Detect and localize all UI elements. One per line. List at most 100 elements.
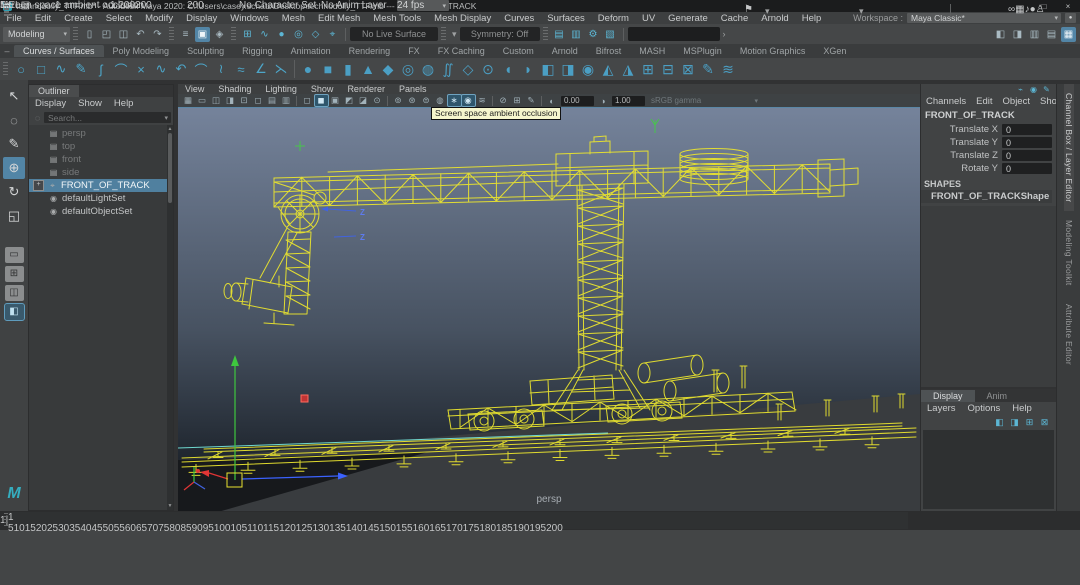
menu-uv[interactable]: UV — [635, 13, 661, 24]
menu-edit[interactable]: Edit — [28, 13, 57, 24]
render-current-frame-icon[interactable]: ▤ — [552, 27, 567, 42]
shelf-tab-rendering[interactable]: Rendering — [340, 45, 400, 57]
shelf-tab-poly-modeling[interactable]: Poly Modeling — [104, 45, 179, 57]
sidebar-tab-channel-box-layer-editor[interactable]: Channel Box / Layer Editor — [1064, 84, 1074, 211]
nurbs-square-icon[interactable]: □ — [32, 60, 51, 79]
symmetry-dropdown-arrow[interactable]: ▾ — [452, 29, 457, 40]
sidebar-tab-attribute-editor[interactable]: Attribute Editor — [1064, 295, 1074, 374]
xray-icon[interactable]: ⊛ — [406, 95, 419, 106]
channel-menu-object[interactable]: Object — [998, 96, 1035, 107]
menu-set-dropdown[interactable]: Modeling — [3, 27, 70, 42]
channel-edit-icon[interactable]: ✎ — [1041, 85, 1052, 95]
shelf-tab-motion-graphics[interactable]: Motion Graphics — [731, 45, 815, 57]
snap-view-plane-icon[interactable]: ◇ — [308, 27, 323, 42]
ipr-render-icon[interactable]: ▥ — [569, 27, 584, 42]
shelf-collapse-icon[interactable]: – — [0, 46, 14, 56]
nurbs-plane-icon[interactable]: ◆ — [379, 60, 398, 79]
snap-projected-center-icon[interactable]: ◎ — [291, 27, 306, 42]
scale-tool-icon[interactable]: ◱ — [3, 205, 25, 227]
shelf-tab-bifrost[interactable]: Bifrost — [587, 45, 631, 57]
surface-fillet-icon[interactable]: ⊟ — [659, 60, 678, 79]
sculpt-tool-icon[interactable]: ✎ — [699, 60, 718, 79]
symmetry-field[interactable]: Symmetry: Off — [460, 27, 540, 41]
gate-mask-icon[interactable]: ▥ — [280, 95, 293, 106]
film-gate-icon[interactable]: ◻ — [252, 95, 265, 106]
channel-label[interactable]: Translate Y — [921, 137, 1002, 148]
display-render-settings-icon[interactable]: ▧ — [603, 27, 618, 42]
outliner-filter-icon[interactable]: ◌ — [31, 113, 44, 123]
gamma-field[interactable]: 1.00 — [612, 96, 645, 106]
grip[interactable] — [441, 27, 446, 41]
snap-grid-icon[interactable]: ⊞ — [240, 27, 255, 42]
xray-joints-icon[interactable]: ⊜ — [420, 95, 433, 106]
nurbs-cone-icon[interactable]: ▲ — [359, 60, 378, 79]
single-pane-layout-button[interactable]: ▭ — [5, 247, 24, 263]
shape-node-name[interactable]: FRONT_OF_TRACKShape — [921, 190, 1052, 203]
fog-icon[interactable]: ⊞ — [511, 95, 524, 106]
nurbs-sphere-icon[interactable]: ● — [299, 60, 318, 79]
shelf-tab-msplugin[interactable]: MSPlugin — [674, 45, 731, 57]
grip[interactable] — [4, 2, 9, 16]
grip[interactable] — [3, 62, 8, 76]
current-time-marker[interactable]: 1 — [8, 512, 908, 523]
grip[interactable] — [543, 27, 548, 41]
bookmarks-icon[interactable]: ◨ — [224, 95, 237, 106]
curve-edit-icon[interactable]: × — [132, 60, 151, 79]
four-pane-layout-button[interactable]: ⊞ — [5, 266, 24, 282]
birail-icon[interactable]: ◖ — [499, 60, 518, 79]
panel-menu-view[interactable]: View — [178, 84, 211, 94]
attribute-editor-toggle-icon[interactable]: ◧ — [993, 27, 1008, 42]
isolate-select-icon[interactable]: ⊚ — [392, 95, 405, 106]
menu-curves[interactable]: Curves — [498, 13, 541, 24]
loft-icon[interactable]: ∬ — [439, 60, 458, 79]
lasso-tool-icon[interactable]: ◌ — [3, 109, 25, 131]
menu-mesh-display[interactable]: Mesh Display — [428, 13, 498, 24]
lock-workspace-icon[interactable]: ● — [1065, 13, 1076, 23]
expand-icon[interactable]: + — [33, 180, 44, 191]
shelf-tab-sculpting[interactable]: Sculpting — [178, 45, 233, 57]
tool-settings-toggle-icon[interactable]: ◨ — [1010, 27, 1025, 42]
menu-mesh[interactable]: Mesh — [275, 13, 311, 24]
intersect-surfaces-icon[interactable]: ◭ — [599, 60, 618, 79]
layer-tab-display[interactable]: Display — [921, 390, 975, 402]
outliner-item-top[interactable]: ▤top — [29, 140, 173, 153]
project-curve-icon[interactable]: ◉ — [579, 60, 598, 79]
select-component-icon[interactable]: ◈ — [212, 27, 227, 42]
bevel-icon[interactable]: ◧ — [539, 60, 558, 79]
shadows-icon[interactable]: ◪ — [357, 95, 370, 106]
undo-icon[interactable]: ↶ — [133, 27, 148, 42]
rotate-tool-icon[interactable]: ↻ — [3, 181, 25, 203]
quick-input-field[interactable] — [628, 27, 720, 41]
planar-icon[interactable]: ◇ — [459, 60, 478, 79]
panel-menu-lighting[interactable]: Lighting — [258, 84, 304, 94]
select-hierarchy-icon[interactable]: ≡ — [178, 27, 193, 42]
outliner-search-input[interactable]: Search... — [44, 112, 171, 123]
live-surface-field[interactable]: No Live Surface — [350, 27, 438, 41]
outliner-menu-display[interactable]: Display — [29, 98, 72, 109]
modeling-toolkit-toggle-icon[interactable]: ▤ — [1044, 27, 1059, 42]
shelf-tab-arnold[interactable]: Arnold — [543, 45, 587, 57]
grip[interactable] — [73, 27, 78, 41]
layer-tab-anim[interactable]: Anim — [975, 390, 1020, 402]
shelf-tab-xgen[interactable]: XGen — [814, 45, 855, 57]
open-scene-icon[interactable]: ◰ — [99, 27, 114, 42]
nurbs-torus-icon[interactable]: ◎ — [399, 60, 418, 79]
outliner-item-side[interactable]: ▤side — [29, 166, 173, 179]
channel-menu-edit[interactable]: Edit — [971, 96, 997, 107]
image-plane-icon[interactable]: ⊡ — [238, 95, 251, 106]
layer-remove-icon[interactable]: ⊠ — [1038, 416, 1051, 428]
menu-modify[interactable]: Modify — [139, 13, 180, 24]
menu-generate[interactable]: Generate — [662, 13, 715, 24]
menu-mesh-tools[interactable]: Mesh Tools — [367, 13, 428, 24]
outliner-item-persp[interactable]: ▤persp — [29, 127, 173, 140]
panel-menu-shading[interactable]: Shading — [211, 84, 258, 94]
exposure-icon-icon[interactable]: ◐ — [546, 95, 559, 106]
offset-curve-icon[interactable]: ≈ — [232, 60, 251, 79]
channel-box-toggle-icon[interactable]: ▥ — [1027, 27, 1042, 42]
stitch-icon[interactable]: ⊠ — [679, 60, 698, 79]
layer-list[interactable] — [923, 430, 1054, 509]
channel-box-object-name[interactable]: FRONT_OF_TRACK — [921, 108, 1056, 123]
channel-value-field[interactable]: 0 — [1002, 163, 1052, 174]
view-transform-dropdown[interactable]: sRGB gamma — [647, 96, 761, 106]
default-material-icon[interactable]: ⊙ — [371, 95, 384, 106]
